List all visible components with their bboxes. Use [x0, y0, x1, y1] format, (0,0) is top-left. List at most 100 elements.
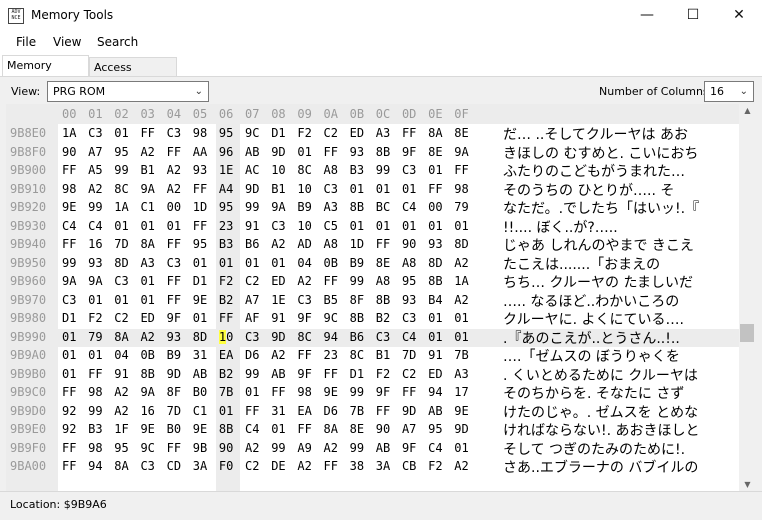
byte-cell[interactable]: C4 — [88, 219, 113, 233]
byte-cell[interactable]: 96 — [219, 145, 244, 159]
byte-cell[interactable]: 91 — [245, 219, 270, 233]
byte-cell[interactable]: 8C — [297, 330, 322, 344]
byte-cell[interactable]: B0 — [193, 385, 218, 399]
byte-cell[interactable]: FF — [324, 459, 349, 473]
byte-cell[interactable]: ED — [271, 274, 296, 288]
selected-byte-cell[interactable]: 10 — [218, 329, 244, 344]
byte-cell[interactable]: CD — [167, 459, 192, 473]
decoded-text-line[interactable]: !!.... ぼく..が?….. — [503, 217, 618, 237]
tab-access-counters[interactable]: Access Counters — [89, 57, 177, 94]
byte-cell[interactable]: 10 — [271, 163, 296, 177]
decoded-text-line[interactable]: けたのじゃ。. ゼムスを とめな — [503, 402, 698, 422]
byte-cell[interactable]: C5 — [324, 219, 349, 233]
byte-cell[interactable]: C3 — [114, 274, 139, 288]
byte-cell[interactable]: FF — [271, 385, 296, 399]
byte-cell[interactable]: 01 — [219, 404, 244, 418]
byte-cell[interactable]: 01 — [114, 126, 139, 140]
byte-cell[interactable]: FF — [167, 441, 192, 455]
byte-cell[interactable]: 99 — [350, 385, 375, 399]
byte-cell[interactable]: 9D — [271, 330, 296, 344]
menu-view[interactable]: View — [53, 35, 81, 49]
byte-cell[interactable]: A2 — [245, 441, 270, 455]
byte-cell[interactable]: C4 — [402, 200, 427, 214]
byte-cell[interactable]: 3A — [376, 459, 401, 473]
byte-cell[interactable]: FF — [245, 404, 270, 418]
byte-cell[interactable]: A9 — [297, 441, 322, 455]
decoded-text-line[interactable]: きほしの むすめと. こいにおち — [503, 143, 698, 163]
byte-cell[interactable]: 7B — [350, 404, 375, 418]
byte-cell[interactable]: 9F — [297, 367, 322, 381]
byte-cell[interactable]: 9A — [271, 200, 296, 214]
byte-cell[interactable]: 1D — [350, 237, 375, 251]
byte-cell[interactable]: D6 — [245, 348, 270, 362]
byte-cell[interactable]: 95 — [219, 200, 244, 214]
maximize-button[interactable]: ☐ — [670, 0, 716, 31]
byte-cell[interactable]: 01 — [140, 219, 165, 233]
byte-cell[interactable]: A8 — [324, 163, 349, 177]
byte-cell[interactable]: CB — [402, 459, 427, 473]
byte-cell[interactable]: 91 — [114, 367, 139, 381]
byte-cell[interactable]: 16 — [140, 404, 165, 418]
byte-cell[interactable]: A2 — [324, 441, 349, 455]
byte-cell[interactable]: A8 — [324, 237, 349, 251]
byte-cell[interactable]: 01 — [454, 311, 479, 325]
byte-cell[interactable]: 95 — [193, 237, 218, 251]
byte-cell[interactable]: 01 — [140, 293, 165, 307]
byte-cell[interactable]: 1A — [454, 274, 479, 288]
byte-cell[interactable]: 95 — [114, 441, 139, 455]
byte-cell[interactable]: 01 — [350, 219, 375, 233]
byte-cell[interactable]: ED — [350, 126, 375, 140]
byte-cell[interactable]: EA — [219, 348, 244, 362]
byte-cell[interactable]: FF — [193, 182, 218, 196]
byte-cell[interactable]: A2 — [167, 163, 192, 177]
byte-cell[interactable]: B1 — [271, 182, 296, 196]
byte-cell[interactable]: FF — [62, 441, 87, 455]
byte-cell[interactable]: 98 — [88, 385, 113, 399]
byte-cell[interactable]: 8D — [193, 330, 218, 344]
byte-cell[interactable]: 9D — [167, 367, 192, 381]
byte-cell[interactable]: FF — [62, 163, 87, 177]
byte-cell[interactable]: B9 — [167, 348, 192, 362]
byte-cell[interactable]: 99 — [245, 367, 270, 381]
byte-cell[interactable]: 90 — [219, 441, 244, 455]
byte-cell[interactable]: C3 — [167, 256, 192, 270]
byte-cell[interactable]: C2 — [114, 311, 139, 325]
byte-cell[interactable]: ED — [140, 311, 165, 325]
decoded-text-line[interactable]: ちち… クルーヤの たましいだ — [503, 272, 693, 292]
byte-cell[interactable]: 01 — [167, 219, 192, 233]
byte-cell[interactable]: 01 — [193, 256, 218, 270]
byte-cell[interactable]: 99 — [350, 441, 375, 455]
byte-cell[interactable]: A3 — [140, 256, 165, 270]
byte-cell[interactable]: FF — [297, 422, 322, 436]
byte-cell[interactable]: 01 — [245, 385, 270, 399]
byte-cell[interactable]: 9F — [376, 385, 401, 399]
byte-cell[interactable]: FF — [62, 385, 87, 399]
byte-cell[interactable]: FF — [376, 404, 401, 418]
decoded-text-line[interactable]: だ… ..そしてクルーヤは あお — [503, 124, 688, 144]
byte-cell[interactable]: C3 — [62, 293, 87, 307]
byte-cell[interactable]: 23 — [324, 348, 349, 362]
byte-cell[interactable]: AF — [245, 311, 270, 325]
byte-cell[interactable]: C2 — [402, 367, 427, 381]
byte-cell[interactable]: AB — [245, 145, 270, 159]
byte-cell[interactable]: B9 — [350, 256, 375, 270]
hex-editor[interactable]: 00 01 02 03 04 05 06 07 08 09 0A 0B 0C 0D 0E 0F 9B8E0 1A C… — [6, 104, 739, 491]
byte-cell[interactable]: 99 — [88, 200, 113, 214]
byte-cell[interactable]: 9F — [402, 145, 427, 159]
byte-cell[interactable]: 1F — [114, 422, 139, 436]
byte-cell[interactable]: 93 — [402, 293, 427, 307]
byte-cell[interactable]: 9D — [271, 145, 296, 159]
byte-cell[interactable]: 93 — [428, 237, 453, 251]
byte-cell[interactable]: AB — [193, 367, 218, 381]
byte-cell[interactable]: 9F — [167, 311, 192, 325]
byte-cell[interactable]: 99 — [245, 200, 270, 214]
byte-cell[interactable]: B3 — [219, 237, 244, 251]
byte-cell[interactable]: 8B — [350, 200, 375, 214]
decoded-text-line[interactable]: .『あのこえが..とうさん..!.. — [503, 328, 680, 348]
byte-cell[interactable]: 9F — [297, 311, 322, 325]
decoded-text-line[interactable]: クルーヤに. よくにている…. — [503, 309, 684, 329]
byte-cell[interactable]: A8 — [402, 256, 427, 270]
byte-cell[interactable]: FF — [62, 459, 87, 473]
byte-cell[interactable]: AD — [297, 237, 322, 251]
byte-cell[interactable]: 01 — [193, 311, 218, 325]
